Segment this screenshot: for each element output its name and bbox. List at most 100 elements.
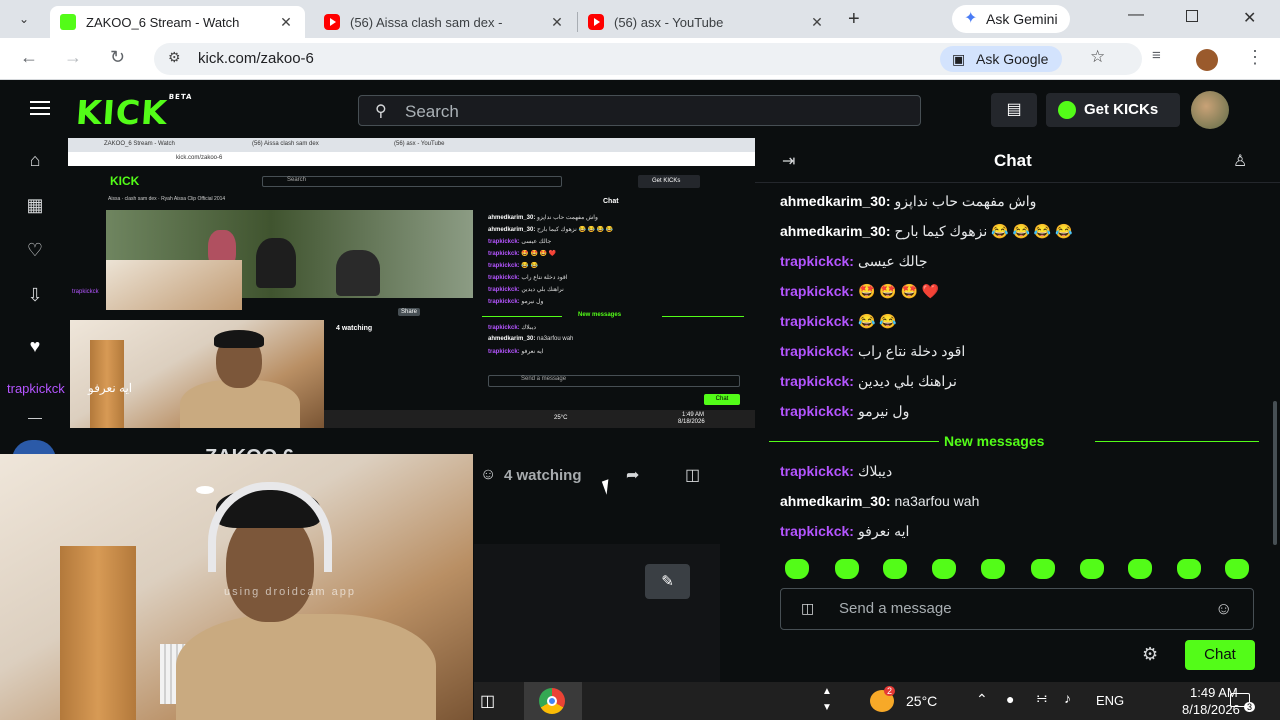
- browser-toolbar: ← → ↻ ⚙ kick.com/zakoo-6 ▣ Ask Google ☆ …: [0, 38, 1280, 80]
- send-chat-button[interactable]: Chat: [1185, 640, 1255, 670]
- microphone-icon[interactable]: ●: [1006, 691, 1014, 707]
- nested-search-placeholder: Search: [287, 177, 307, 183]
- tab-asx-youtube[interactable]: (56) asx - YouTube ✕: [578, 6, 836, 38]
- search-placeholder: Search: [405, 102, 459, 121]
- volume-icon[interactable]: ♪: [1064, 690, 1071, 706]
- nested-chat-user: trapkickck:: [488, 325, 520, 331]
- reload-icon[interactable]: ↻: [110, 47, 125, 68]
- emote-icon[interactable]: [932, 559, 956, 579]
- nested-kick-logo: KICK: [110, 174, 140, 188]
- following-heart-icon[interactable]: ♡: [24, 240, 46, 262]
- close-icon[interactable]: ✕: [277, 14, 295, 31]
- back-arrow-icon[interactable]: ←: [20, 47, 38, 68]
- chrome-icon: [539, 688, 565, 714]
- restore-button[interactable]: [1186, 10, 1198, 22]
- browse-button[interactable]: ▤: [991, 93, 1037, 127]
- chat-message: trapkickck: جالك عيسى: [780, 253, 928, 269]
- taskbar-scroll-arrows[interactable]: ▲ ▼: [822, 684, 832, 716]
- emote-icon[interactable]: [785, 559, 809, 579]
- plus-icon: +: [848, 8, 860, 30]
- clips-icon[interactable]: ⇩: [24, 285, 46, 307]
- emote-icon[interactable]: [835, 559, 859, 579]
- nested-tab: (56) asx - YouTube: [394, 141, 445, 147]
- profile-avatar[interactable]: [1196, 49, 1218, 71]
- favorite-heart-icon[interactable]: ♥: [24, 336, 46, 358]
- tab-aissa-clash[interactable]: (56) Aissa clash sam dex - ✕: [314, 6, 576, 38]
- nested-clip-title: Aissa · clash sam dex · Ryah Aissa Clip …: [108, 196, 226, 202]
- nested-chat-message: trapkickck: نراهنك بلي ديدين: [488, 286, 564, 293]
- tab-zakoo-stream[interactable]: ZAKOO_6 Stream - Watch ✕: [50, 6, 305, 38]
- window-close-button[interactable]: ✕: [1243, 8, 1256, 28]
- browse-icon: ▤: [1006, 101, 1022, 118]
- chrome-taskbar-button[interactable]: [524, 682, 582, 720]
- ask-google-label: Ask Google: [976, 51, 1049, 67]
- emote-icon[interactable]: [883, 559, 907, 579]
- webcam-overlay-large: using droidcam app: [0, 454, 473, 720]
- nested-side-user: trapkickck: [72, 289, 99, 295]
- collapse-chat-icon[interactable]: ⇥: [782, 151, 795, 171]
- wifi-icon[interactable]: ∺: [1036, 690, 1048, 707]
- site-info-icon[interactable]: ⚙: [168, 49, 181, 66]
- nested-time: 1:49 AM: [682, 412, 705, 418]
- minimize-button[interactable]: —: [1128, 6, 1144, 24]
- search-icon: ⚲: [375, 103, 387, 120]
- forward-arrow-icon[interactable]: →: [64, 47, 82, 68]
- nested-chat-title: Chat: [603, 198, 619, 205]
- emote-icon[interactable]: [1080, 559, 1104, 579]
- emote-icon[interactable]: [1128, 559, 1152, 579]
- nested-chat-user: trapkickck:: [488, 349, 520, 355]
- media-controls-icon[interactable]: ≡: [1152, 47, 1161, 64]
- user-avatar[interactable]: [1191, 91, 1229, 129]
- more-menu-icon[interactable]: ⋮: [1246, 47, 1264, 68]
- chat-header: ⇥ Chat ♙: [755, 139, 1280, 183]
- browse-icon[interactable]: ▦: [24, 195, 46, 217]
- nested-chat-user: ahmedkarim_30:: [488, 227, 536, 233]
- lens-icon: ▣: [952, 51, 966, 67]
- tab-search-button[interactable]: ⌄: [10, 8, 38, 30]
- theater-mode-icon[interactable]: ◫: [685, 465, 700, 485]
- chat-message: ahmedkarim_30: نزهوك كيما بارح 😂 😂 😂 😂: [780, 223, 1073, 239]
- tray-chevron-icon[interactable]: ⌃: [976, 691, 988, 708]
- close-icon[interactable]: ✕: [808, 14, 826, 31]
- mouse-cursor-icon: [601, 479, 614, 495]
- tab-title: (56) asx - YouTube: [614, 14, 724, 30]
- emote-icon[interactable]: [1177, 559, 1201, 579]
- address-bar[interactable]: ⚙ kick.com/zakoo-6 ▣ Ask Google ☆: [154, 43, 1142, 75]
- search-input[interactable]: ⚲ Search: [358, 95, 921, 126]
- language-indicator[interactable]: ENG: [1096, 693, 1124, 708]
- nested-chat-text: نزهوك كيما بارح 😂 😂 😂 😂: [535, 227, 614, 233]
- bookmark-star-icon[interactable]: ☆: [1090, 47, 1105, 67]
- new-tab-button[interactable]: +: [848, 8, 860, 31]
- hamburger-menu-icon[interactable]: [30, 101, 50, 115]
- chat-settings-gear-icon[interactable]: ⚙: [1142, 644, 1158, 665]
- emote-icon[interactable]: [981, 559, 1005, 579]
- close-icon[interactable]: ✕: [548, 14, 566, 31]
- nested-figure: [256, 238, 296, 288]
- chat-scrollbar[interactable]: [1273, 401, 1277, 545]
- nested-chat-message: trapkickck: جالك عيسى: [488, 238, 551, 245]
- youtube-icon: [588, 14, 604, 30]
- nested-chat-text: ول نيرمو: [519, 299, 544, 305]
- nested-small-cam: [106, 260, 242, 310]
- chat-message-input[interactable]: ◫ Send a message ☺: [780, 588, 1254, 630]
- overlay-chat-text: ايه نعرفو: [88, 381, 133, 395]
- task-view-icon[interactable]: ◫: [480, 691, 495, 711]
- collapse-icon[interactable]: —: [24, 409, 46, 431]
- emote-icon[interactable]: [1031, 559, 1055, 579]
- nested-temp: 25°C: [554, 415, 568, 421]
- emote-icon[interactable]: [1225, 559, 1249, 579]
- nested-chat-message: ahmedkarim_30: نزهوك كيما بارح 😂 😂 😂 😂: [488, 226, 613, 233]
- emoji-picker-icon[interactable]: ☺: [1215, 599, 1232, 619]
- kick-logo[interactable]: KICKBETA: [75, 93, 193, 132]
- get-kicks-label: Get KICKs: [1084, 101, 1159, 118]
- ask-gemini-button[interactable]: ✦ Ask Gemini: [952, 5, 1070, 33]
- chat-badge-icon[interactable]: ◫: [801, 600, 814, 617]
- ask-google-button[interactable]: ▣ Ask Google: [940, 46, 1063, 72]
- home-icon[interactable]: ⌂: [24, 150, 46, 172]
- kick-header: KICKBETA ⚲ Search ▤ Get KICKs: [0, 81, 1280, 139]
- chat-users-icon[interactable]: ♙: [1233, 151, 1247, 171]
- share-icon[interactable]: ➦: [626, 465, 639, 485]
- edit-pencil-button[interactable]: ✎: [645, 564, 690, 599]
- windows-taskbar: ◫ ▲ ▼ 2 25°C ⌃ ● ∺ ♪ ENG 1:49 AM 8/18/202…: [474, 682, 1280, 720]
- get-kicks-button[interactable]: Get KICKs: [1046, 93, 1180, 127]
